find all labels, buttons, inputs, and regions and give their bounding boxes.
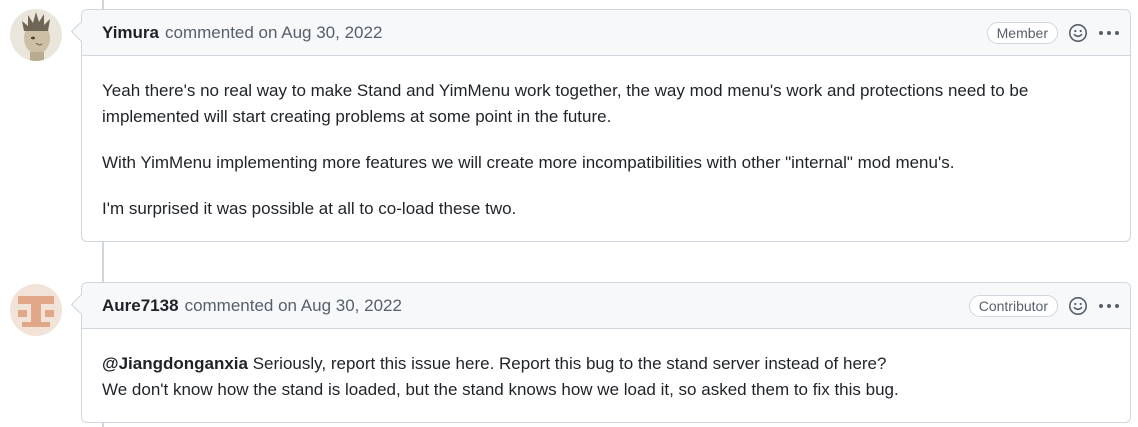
comment-box: Yimura commented on Aug 30, 2022 Member <box>81 9 1131 242</box>
comment-paragraph: With YimMenu implementing more features … <box>102 153 955 172</box>
comment-header: Aure7138 commented on Aug 30, 2022 Contr… <box>82 283 1130 329</box>
comment-actions: Member <box>986 10 1120 56</box>
comment-body: @Jiangdonganxia Seriously, report this i… <box>82 329 1130 403</box>
comment-timestamp[interactable]: commented on Aug 30, 2022 <box>185 296 402 316</box>
comment-header: Yimura commented on Aug 30, 2022 Member <box>82 10 1130 56</box>
comment-text: Seriously, report this issue here. Repor… <box>248 354 887 373</box>
comment-box: Aure7138 commented on Aug 30, 2022 Contr… <box>81 282 1131 423</box>
smiley-icon[interactable] <box>1068 23 1088 43</box>
role-badge: Contributor <box>968 295 1058 317</box>
comment-line: @Jiangdonganxia Seriously, report this i… <box>102 351 1110 377</box>
comment-paragraph: Yeah there's no real way to make Stand a… <box>102 81 1029 126</box>
kebab-horizontal-icon[interactable] <box>1098 296 1120 316</box>
comment-line: We don't know how the stand is loaded, b… <box>102 380 899 399</box>
comment-timestamp[interactable]: commented on Aug 30, 2022 <box>165 23 382 43</box>
kebab-horizontal-icon[interactable] <box>1098 23 1120 43</box>
avatar[interactable] <box>10 9 62 61</box>
avatar[interactable] <box>10 284 62 336</box>
comment-author[interactable]: Yimura <box>102 23 159 43</box>
comment-author[interactable]: Aure7138 <box>102 296 179 316</box>
smiley-icon[interactable] <box>1068 296 1088 316</box>
role-badge: Member <box>986 22 1058 44</box>
comment-body: Yeah there's no real way to make Stand a… <box>82 56 1130 222</box>
comment-paragraph: I'm surprised it was possible at all to … <box>102 199 517 218</box>
user-mention-link[interactable]: @Jiangdonganxia <box>102 354 248 373</box>
comment-actions: Contributor <box>968 283 1120 329</box>
